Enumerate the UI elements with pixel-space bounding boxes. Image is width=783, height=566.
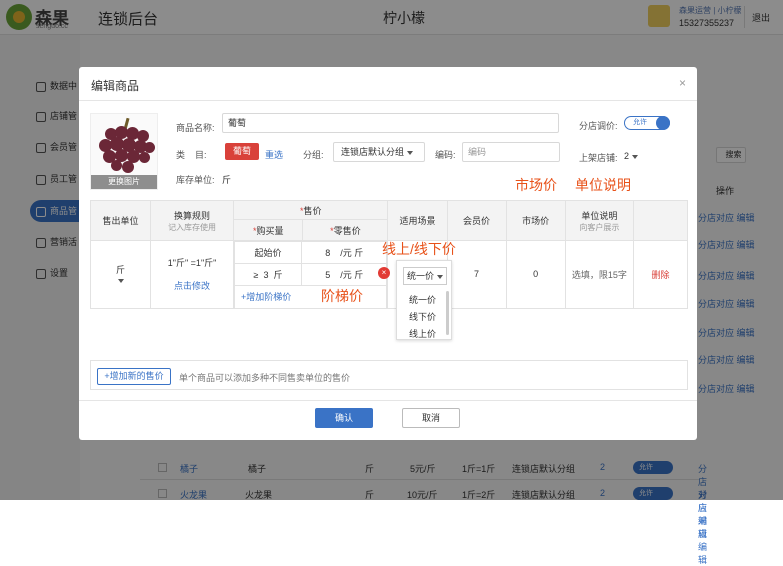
scene-option[interactable]: 线上价 bbox=[409, 327, 436, 340]
toggle-label: 允许 bbox=[633, 119, 647, 126]
add-price-button[interactable]: +增加新的售价 bbox=[97, 368, 171, 385]
code-label: 编码: bbox=[435, 150, 456, 160]
code-input[interactable]: 编码 bbox=[462, 142, 560, 162]
col-actions bbox=[633, 200, 688, 241]
tier2-qty-unit: 斤 bbox=[273, 270, 283, 280]
name-label: 商品名称: bbox=[176, 123, 215, 133]
reselect-link[interactable]: 重选 bbox=[265, 148, 283, 161]
col-retail-label: 零售价 bbox=[333, 225, 361, 236]
close-icon[interactable]: × bbox=[679, 76, 686, 90]
tier2-price-unit: /元 斤 bbox=[340, 270, 364, 280]
confirm-button[interactable]: 确认 bbox=[315, 408, 373, 428]
scene-option[interactable]: 统一价 bbox=[409, 293, 436, 306]
tier1-price-value: 8 bbox=[325, 248, 331, 258]
unit-value: 斤 bbox=[116, 264, 126, 275]
toggle-knob bbox=[656, 116, 670, 130]
annotation-online-offline: 线上/线下价 bbox=[382, 241, 456, 257]
tier1-price-unit: /元 斤 bbox=[340, 248, 364, 258]
tier-price-table: 起始价 8 /元 斤 ≥ 3 斤 5 /元 斤 +增加阶梯价 bbox=[234, 241, 388, 308]
col-price-label: 售价 bbox=[303, 205, 322, 216]
modal-title: 编辑商品 bbox=[91, 79, 140, 93]
dropdown-scrollbar[interactable] bbox=[446, 291, 449, 335]
group-value: 连锁店默认分组 bbox=[341, 147, 405, 157]
cancel-button[interactable]: 取消 bbox=[402, 408, 460, 428]
change-image-button[interactable]: 更换图片 bbox=[91, 175, 157, 189]
conversion-value: 1"斤" =1"斤" bbox=[167, 258, 217, 269]
delete-link[interactable]: 删除 bbox=[633, 240, 688, 309]
stock-unit-label: 库存单位: bbox=[176, 175, 215, 185]
annotation-tier-price: 阶梯价 bbox=[321, 288, 363, 304]
col-market-price: 市场价 bbox=[505, 200, 566, 241]
chevron-down-icon bbox=[407, 150, 414, 155]
group-select[interactable]: 连锁店默认分组 bbox=[333, 142, 425, 162]
col-price: *售价 bbox=[233, 200, 389, 220]
category-tag: 葡萄 bbox=[225, 143, 259, 160]
stock-unit-value: 斤 bbox=[222, 175, 232, 185]
col-retail: *零售价 bbox=[302, 219, 389, 241]
store-adjust-toggle[interactable]: 允许 bbox=[624, 116, 670, 130]
product-image[interactable]: 更换图片 bbox=[90, 113, 158, 190]
tier1-price[interactable]: 8 /元 斤 bbox=[301, 241, 388, 264]
tier2-qty[interactable]: ≥ 3 斤 bbox=[234, 263, 303, 286]
modal-footer-divider bbox=[79, 400, 697, 401]
modal-header: 编辑商品 × bbox=[79, 67, 697, 101]
col-conversion-label: 换算规则 bbox=[174, 210, 211, 221]
add-tier-link[interactable]: +增加阶梯价 bbox=[234, 285, 388, 308]
col-unit-desc: 单位说明 向客户展示 bbox=[564, 200, 635, 241]
tier2-op: ≥ bbox=[253, 270, 259, 280]
col-member-price: 会员价 bbox=[446, 200, 507, 241]
delete-tier-icon[interactable]: × bbox=[378, 267, 390, 279]
col-sell-unit: 售出单位 bbox=[89, 200, 152, 241]
name-input[interactable]: 葡萄 bbox=[222, 113, 559, 133]
col-unit-desc-label: 单位说明 bbox=[581, 210, 618, 221]
grape bbox=[111, 160, 122, 171]
store-count-value: 2 bbox=[624, 151, 630, 161]
scene-selected[interactable]: 统一价 bbox=[403, 267, 447, 285]
market-price[interactable]: 0 bbox=[505, 240, 566, 309]
unit-desc-input[interactable]: 选填，限15字 bbox=[564, 240, 635, 309]
group-label: 分组: bbox=[303, 150, 324, 160]
tier1-qty: 起始价 bbox=[234, 241, 303, 264]
chevron-down-icon bbox=[632, 154, 639, 159]
tier2-price-value: 5 bbox=[325, 270, 331, 280]
cell-tier-prices: 起始价 8 /元 斤 ≥ 3 斤 5 /元 斤 +增加阶梯价 bbox=[233, 240, 389, 309]
grape bbox=[122, 161, 134, 173]
store-count-label: 上架店铺: bbox=[579, 153, 618, 163]
store-adjust-label: 分店调价: bbox=[579, 121, 618, 131]
add-price-hint: 单个商品可以添加多种不同售卖单位的售价 bbox=[179, 373, 351, 383]
tier2-price[interactable]: 5 /元 斤 bbox=[301, 263, 388, 286]
grape bbox=[139, 152, 150, 163]
store-count-select[interactable]: 2 bbox=[624, 151, 639, 161]
col-scene: 适用场景 bbox=[387, 200, 448, 241]
scene-option[interactable]: 线下价 bbox=[409, 310, 436, 323]
edit-goods-modal: 编辑商品 × 更换图片 商品名称: 葡萄 类 目: 葡萄 重选 分组: 连锁店默… bbox=[79, 67, 697, 440]
col-qty-label: 购买量 bbox=[256, 225, 284, 236]
annotation-market-price: 市场价 bbox=[515, 177, 557, 193]
add-price-box: +增加新的售价 单个商品可以添加多种不同售卖单位的售价 bbox=[90, 360, 688, 390]
annotation-unit-desc: 单位说明 bbox=[575, 177, 631, 193]
cell-unit[interactable]: 斤 bbox=[89, 240, 152, 309]
scene-dropdown[interactable]: 统一价 统一价 线下价 线上价 bbox=[396, 260, 452, 340]
col-qty: *购买量 bbox=[233, 219, 304, 241]
cell-conversion: 1"斤" =1"斤" 点击修改 bbox=[150, 240, 235, 309]
chevron-down-icon bbox=[117, 279, 124, 284]
col-unit-desc-sub: 向客户展示 bbox=[579, 222, 620, 232]
tier2-qty-value: 3 bbox=[263, 270, 269, 280]
chevron-down-icon bbox=[437, 274, 443, 279]
scene-selected-value: 统一价 bbox=[406, 271, 434, 281]
col-conversion: 换算规则 记入库存使用 bbox=[150, 200, 235, 241]
modify-conversion-link[interactable]: 点击修改 bbox=[151, 279, 233, 292]
category-label: 类 目: bbox=[176, 150, 207, 160]
col-conversion-sub: 记入库存使用 bbox=[168, 222, 217, 232]
